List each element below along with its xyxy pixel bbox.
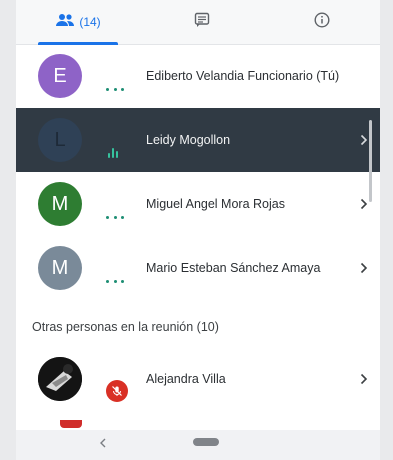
people-panel: (14) E Ediberto Velandia Funcionario (Tú… [16,0,380,430]
system-nav-bar [16,430,380,460]
participant-row[interactable]: Alejandra Villa [16,347,380,411]
participant-row[interactable]: E Ediberto Velandia Funcionario (Tú) [16,44,380,108]
avatar: M [38,246,82,290]
speaking-indicator-icon [108,148,120,158]
home-pill-icon[interactable] [193,438,219,446]
avatar-initial: E [53,64,67,87]
scrollbar[interactable] [369,120,372,202]
avatar: M [38,182,82,226]
participant-name: Leidy Mogollon [146,133,231,147]
next-avatar-peek [60,420,82,428]
avatar-initial: L [54,128,66,151]
avatar-initial: M [51,192,69,215]
avatar: E [38,54,82,98]
tab-info[interactable] [264,0,380,44]
chevron-right-icon[interactable] [356,236,372,300]
info-icon [314,11,330,33]
avatar-photo [38,357,82,401]
participant-name: Alejandra Villa [146,372,226,386]
participant-name: Mario Esteban Sánchez Amaya [146,261,321,275]
mic-off-icon [106,380,128,402]
back-icon[interactable] [96,436,110,450]
participant-row[interactable]: M Mario Esteban Sánchez Amaya [16,236,380,300]
participant-name: Ediberto Velandia Funcionario (Tú) [146,69,340,83]
participant-row[interactable]: L Leidy Mogollon [16,108,380,172]
more-options-icon[interactable] [106,280,124,284]
avatar [38,357,82,401]
others-section-title: Otras personas en la reunión (10) [32,320,219,334]
chevron-right-icon[interactable] [356,347,372,411]
tab-people[interactable]: (14) [16,0,140,45]
panel-tabs: (14) [16,0,380,45]
people-count: (14) [79,15,101,29]
more-options-icon[interactable] [106,216,124,220]
tab-chat[interactable] [140,0,264,44]
people-icon [55,13,75,32]
avatar: L [38,118,82,162]
chat-bubble-icon [194,12,210,33]
avatar-initial: M [51,256,69,279]
meeting-people-screen: (14) E Ediberto Velandia Funcionario (Tú… [0,0,393,460]
participant-row[interactable]: M Miguel Angel Mora Rojas [16,172,380,236]
more-options-icon[interactable] [106,88,124,92]
participant-name: Miguel Angel Mora Rojas [146,197,285,211]
